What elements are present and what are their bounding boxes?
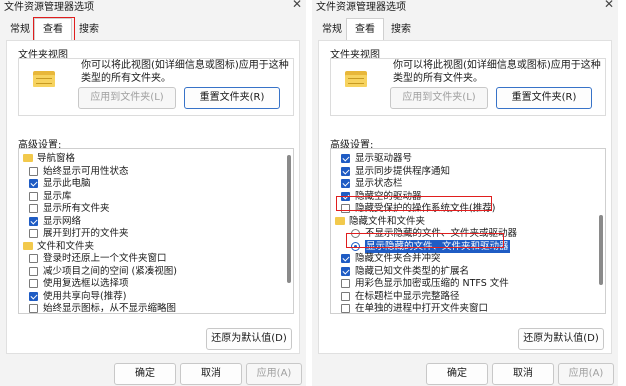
option-label: 隐藏文件夹合并冲突	[355, 253, 441, 264]
advanced-settings-tree[interactable]: 显示驱动器号 显示同步提供程序通知 显示状态栏 隐藏空的驱动器 隐藏受保护的操作系统文件…	[330, 148, 606, 314]
option-label: 展开到打开的文件夹	[43, 228, 129, 239]
apply-button[interactable]: 应用(A)	[558, 363, 614, 385]
apply-button[interactable]: 应用(A)	[246, 363, 302, 385]
checkbox[interactable]	[29, 204, 38, 213]
option-label: 显示驱动器号	[355, 153, 413, 164]
option-label: 使用复选框以选择项	[43, 278, 129, 289]
checkbox[interactable]	[29, 304, 38, 313]
option-label: 用彩色显示加密或压缩的 NTFS 文件	[355, 278, 509, 289]
checkbox[interactable]	[29, 229, 38, 238]
cancel-button[interactable]: 取消	[492, 363, 554, 385]
option-label: 不显示隐藏的文件、文件夹或驱动器	[365, 228, 518, 239]
folder-views-description: 你可以将此视图(如详细信息或图标)应用于这种类型的所有文件夹。	[81, 60, 289, 84]
checkbox[interactable]	[341, 191, 350, 201]
scroll-thumb[interactable]	[287, 155, 291, 283]
checkbox[interactable]	[29, 279, 38, 288]
ok-button[interactable]: 确定	[426, 363, 488, 385]
option-label: 显示库	[43, 190, 72, 202]
ok-button[interactable]: 确定	[114, 363, 176, 385]
folder-options-dialog-right: 文件资源管理器选项 ✕ 常规 查看 搜索 文件夹视图 你可以将此视图(如详细信息…	[312, 0, 618, 386]
scrollbar[interactable]	[287, 153, 291, 311]
option-label: 始终显示图标，从不显示缩略图	[43, 303, 177, 314]
option-label: 隐藏受保护的操作系统文件(推荐)	[355, 203, 496, 214]
option-label: 导航窗格	[37, 153, 76, 164]
folder-icon	[345, 69, 367, 87]
apply-to-folders-button[interactable]: 应用到文件夹(L)	[390, 87, 488, 109]
radio-button[interactable]	[351, 229, 360, 238]
window-title: 文件资源管理器选项	[316, 2, 406, 13]
checkbox[interactable]	[29, 216, 38, 226]
tab-strip: 常规 查看 搜索	[312, 18, 618, 40]
option-label: 显示网络	[43, 215, 82, 227]
close-icon[interactable]: ✕	[604, 0, 614, 11]
apply-to-folders-button[interactable]: 应用到文件夹(L)	[78, 87, 176, 109]
window-title: 文件资源管理器选项	[4, 2, 94, 13]
checkbox[interactable]	[341, 266, 350, 276]
option-label: 显示状态栏	[355, 178, 403, 189]
title-bar: 文件资源管理器选项 ✕	[312, 0, 618, 14]
tab-view[interactable]: 查看	[346, 18, 384, 40]
folder-icon	[23, 154, 33, 162]
tab-search[interactable]: 搜索	[384, 20, 418, 40]
checkbox[interactable]	[29, 291, 38, 301]
tab-strip: 常规 查看 搜索	[0, 18, 306, 40]
checkbox[interactable]	[341, 304, 350, 313]
folder-icon	[23, 241, 33, 250]
cancel-button[interactable]: 取消	[180, 363, 242, 385]
option-label: 文件和文件夹	[37, 240, 95, 252]
advanced-settings-tree[interactable]: 导航窗格 始终显示可用性状态 显示此电脑 显示库 显示所有文件夹 显示网络 展开到打开的文件…	[18, 148, 294, 314]
reset-folders-button[interactable]: 重置文件夹(R)	[184, 87, 280, 109]
checkbox[interactable]	[341, 154, 350, 163]
close-icon[interactable]: ✕	[292, 0, 302, 11]
checkbox[interactable]	[341, 179, 350, 188]
option-label: 隐藏空的驱动器	[355, 190, 422, 202]
folder-icon	[335, 216, 345, 225]
checkbox[interactable]	[29, 191, 38, 201]
option-label: 隐藏已知文件类型的扩展名	[355, 265, 470, 277]
option-label: 减少项目之间的空间 (紧凑视图)	[43, 265, 177, 277]
checkbox[interactable]	[341, 291, 350, 301]
option-label: 隐藏文件和文件夹	[349, 215, 426, 227]
option-label: 在标题栏中显示完整路径	[355, 290, 460, 302]
option-label: 在单独的进程中打开文件夹窗口	[355, 303, 489, 314]
reset-folders-button[interactable]: 重置文件夹(R)	[496, 87, 592, 109]
checkbox[interactable]	[341, 279, 350, 288]
folder-icon	[33, 69, 55, 87]
option-label: 登录时还原上一个文件夹窗口	[43, 253, 167, 264]
checkbox[interactable]	[29, 179, 38, 188]
option-label: 显示同步提供程序通知	[355, 165, 451, 177]
checkbox[interactable]	[29, 166, 38, 176]
option-label: 始终显示可用性状态	[43, 165, 129, 177]
tab-view[interactable]: 查看	[34, 18, 72, 40]
option-label: 使用共享向导(推荐)	[43, 290, 127, 302]
checkbox[interactable]	[29, 266, 38, 276]
checkbox[interactable]	[341, 204, 350, 213]
restore-defaults-button[interactable]: 还原为默认值(D)	[206, 328, 292, 350]
checkbox[interactable]	[29, 254, 38, 263]
checkbox[interactable]	[341, 254, 350, 263]
tab-search[interactable]: 搜索	[72, 20, 106, 40]
scroll-thumb[interactable]	[599, 215, 603, 285]
option-label: 显示此电脑	[43, 178, 91, 189]
scrollbar[interactable]	[599, 153, 603, 311]
title-bar: 文件资源管理器选项 ✕	[0, 0, 306, 14]
folder-views-description: 你可以将此视图(如详细信息或图标)应用于这种类型的所有文件夹。	[393, 60, 601, 84]
restore-defaults-button[interactable]: 还原为默认值(D)	[518, 328, 604, 350]
radio-button[interactable]	[351, 241, 360, 251]
checkbox[interactable]	[341, 166, 350, 176]
tab-general[interactable]: 常规	[318, 20, 346, 40]
tab-general[interactable]: 常规	[6, 20, 34, 40]
folder-options-dialog-left: 文件资源管理器选项 ✕ 常规 查看 搜索 文件夹视图 你可以将此视图(如详细信息…	[0, 0, 306, 386]
option-label: 显示隐藏的文件、文件夹和驱动器	[365, 239, 510, 253]
option-label: 显示所有文件夹	[43, 203, 110, 214]
